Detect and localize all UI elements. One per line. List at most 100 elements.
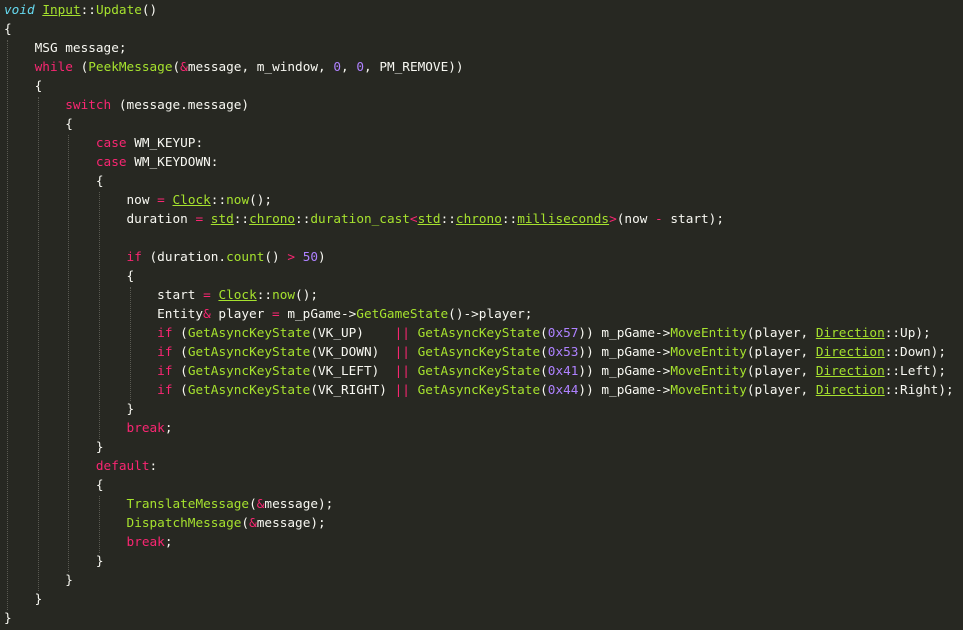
code-token: > (609, 211, 617, 226)
code-line[interactable]: break; (4, 532, 954, 551)
code-area[interactable]: void Input::Update(){ MSG message; while… (4, 0, 954, 627)
code-token: ::Right); (884, 382, 954, 397)
code-token: () (141, 2, 158, 17)
code-token: } (4, 610, 12, 625)
code-token: DispatchMessage (126, 515, 242, 530)
code-token: = (157, 192, 165, 207)
code-token: ( (540, 363, 548, 378)
code-token: )) m_pGame-> (578, 363, 671, 378)
code-token: { (4, 268, 135, 283)
code-token: switch (65, 97, 112, 112)
code-token: ( (540, 344, 548, 359)
code-token: MoveEntity (670, 382, 747, 397)
code-line[interactable]: { (4, 475, 954, 494)
code-token: } (4, 401, 135, 416)
code-token: ( (72, 59, 89, 74)
code-token: ( (172, 325, 188, 340)
code-line[interactable]: { (4, 171, 954, 190)
code-line[interactable]: if (GetAsyncKeyState(VK_RIGHT) || GetAsy… (4, 380, 954, 399)
code-token: now (4, 192, 158, 207)
code-line[interactable]: case WM_KEYUP: (4, 133, 954, 152)
code-line[interactable]: { (4, 19, 954, 38)
code-token: 0x57 (547, 325, 579, 340)
code-token: { (4, 116, 73, 131)
code-line[interactable]: MSG message; (4, 38, 954, 57)
code-line[interactable]: duration = std::chrono::duration_cast<st… (4, 209, 954, 228)
code-token: 0 (356, 59, 365, 74)
code-token: Input (42, 2, 81, 17)
code-token: while (34, 59, 73, 74)
code-line[interactable]: { (4, 114, 954, 133)
code-editor[interactable]: void Input::Update(){ MSG message; while… (0, 0, 963, 630)
code-line[interactable]: DispatchMessage(&message); (4, 513, 954, 532)
code-token: message); (256, 515, 326, 530)
code-line[interactable]: { (4, 266, 954, 285)
code-token: 50 (302, 249, 319, 264)
code-token: :: (210, 192, 227, 207)
code-token: & (249, 515, 257, 530)
code-token: :: (440, 211, 456, 226)
code-line[interactable]: } (4, 437, 954, 456)
code-token: (player, (746, 325, 816, 340)
code-token: duration_cast (310, 211, 410, 226)
code-line[interactable]: if (GetAsyncKeyState(VK_UP) || GetAsyncK… (4, 323, 954, 342)
code-token: ) (318, 249, 326, 264)
code-line[interactable]: } (4, 570, 954, 589)
code-token: { (4, 477, 104, 492)
code-line[interactable]: } (4, 608, 954, 627)
code-line[interactable]: } (4, 589, 954, 608)
code-token: || (394, 344, 410, 359)
code-token: duration (4, 211, 196, 226)
code-line[interactable]: default: (4, 456, 954, 475)
code-token: > (287, 249, 296, 264)
code-line[interactable]: if (GetAsyncKeyState(VK_LEFT) || GetAsyn… (4, 361, 954, 380)
code-line[interactable]: while (PeekMessage(&message, m_window, 0… (4, 57, 954, 76)
code-token: start); (662, 211, 724, 226)
code-line[interactable]: if (GetAsyncKeyState(VK_DOWN) || GetAsyn… (4, 342, 954, 361)
code-line[interactable]: } (4, 399, 954, 418)
code-token: ( (540, 382, 548, 397)
code-token: ::Down); (884, 344, 946, 359)
code-token: chrono (455, 211, 502, 226)
code-token: Clock (172, 192, 211, 207)
code-token: GetAsyncKeyState (187, 344, 311, 359)
code-token: :: (233, 211, 250, 226)
code-line[interactable]: switch (message.message) (4, 95, 954, 114)
code-line[interactable]: void Input::Update() (4, 0, 954, 19)
code-line[interactable]: TranslateMessage(&message); (4, 494, 954, 513)
code-line[interactable]: } (4, 551, 954, 570)
code-token: GetAsyncKeyState (187, 382, 311, 397)
code-line[interactable]: if (duration.count() > 50) (4, 247, 954, 266)
code-token: (VK_RIGHT) (310, 382, 395, 397)
code-token: if (157, 382, 173, 397)
code-line[interactable] (4, 228, 954, 247)
code-token: break (126, 534, 165, 549)
code-line[interactable]: start = Clock::now(); (4, 285, 954, 304)
code-token: player (210, 306, 273, 321)
code-line[interactable]: break; (4, 418, 954, 437)
code-token: GetAsyncKeyState (417, 382, 541, 397)
code-token: start (4, 287, 204, 302)
code-token: { (4, 78, 43, 93)
code-token: - (655, 211, 663, 226)
code-token: : (149, 458, 158, 473)
code-token: 0 (333, 59, 342, 74)
code-line[interactable]: { (4, 76, 954, 95)
code-line[interactable]: Entity& player = m_pGame->GetGameState()… (4, 304, 954, 323)
code-line[interactable]: case WM_KEYDOWN: (4, 152, 954, 171)
code-token: ( (249, 496, 257, 511)
code-line[interactable]: now = Clock::now(); (4, 190, 954, 209)
code-token: 0x44 (547, 382, 579, 397)
code-token: ::Up); (884, 325, 931, 340)
code-token: (message.message) (111, 97, 250, 112)
code-token: PeekMessage (88, 59, 173, 74)
